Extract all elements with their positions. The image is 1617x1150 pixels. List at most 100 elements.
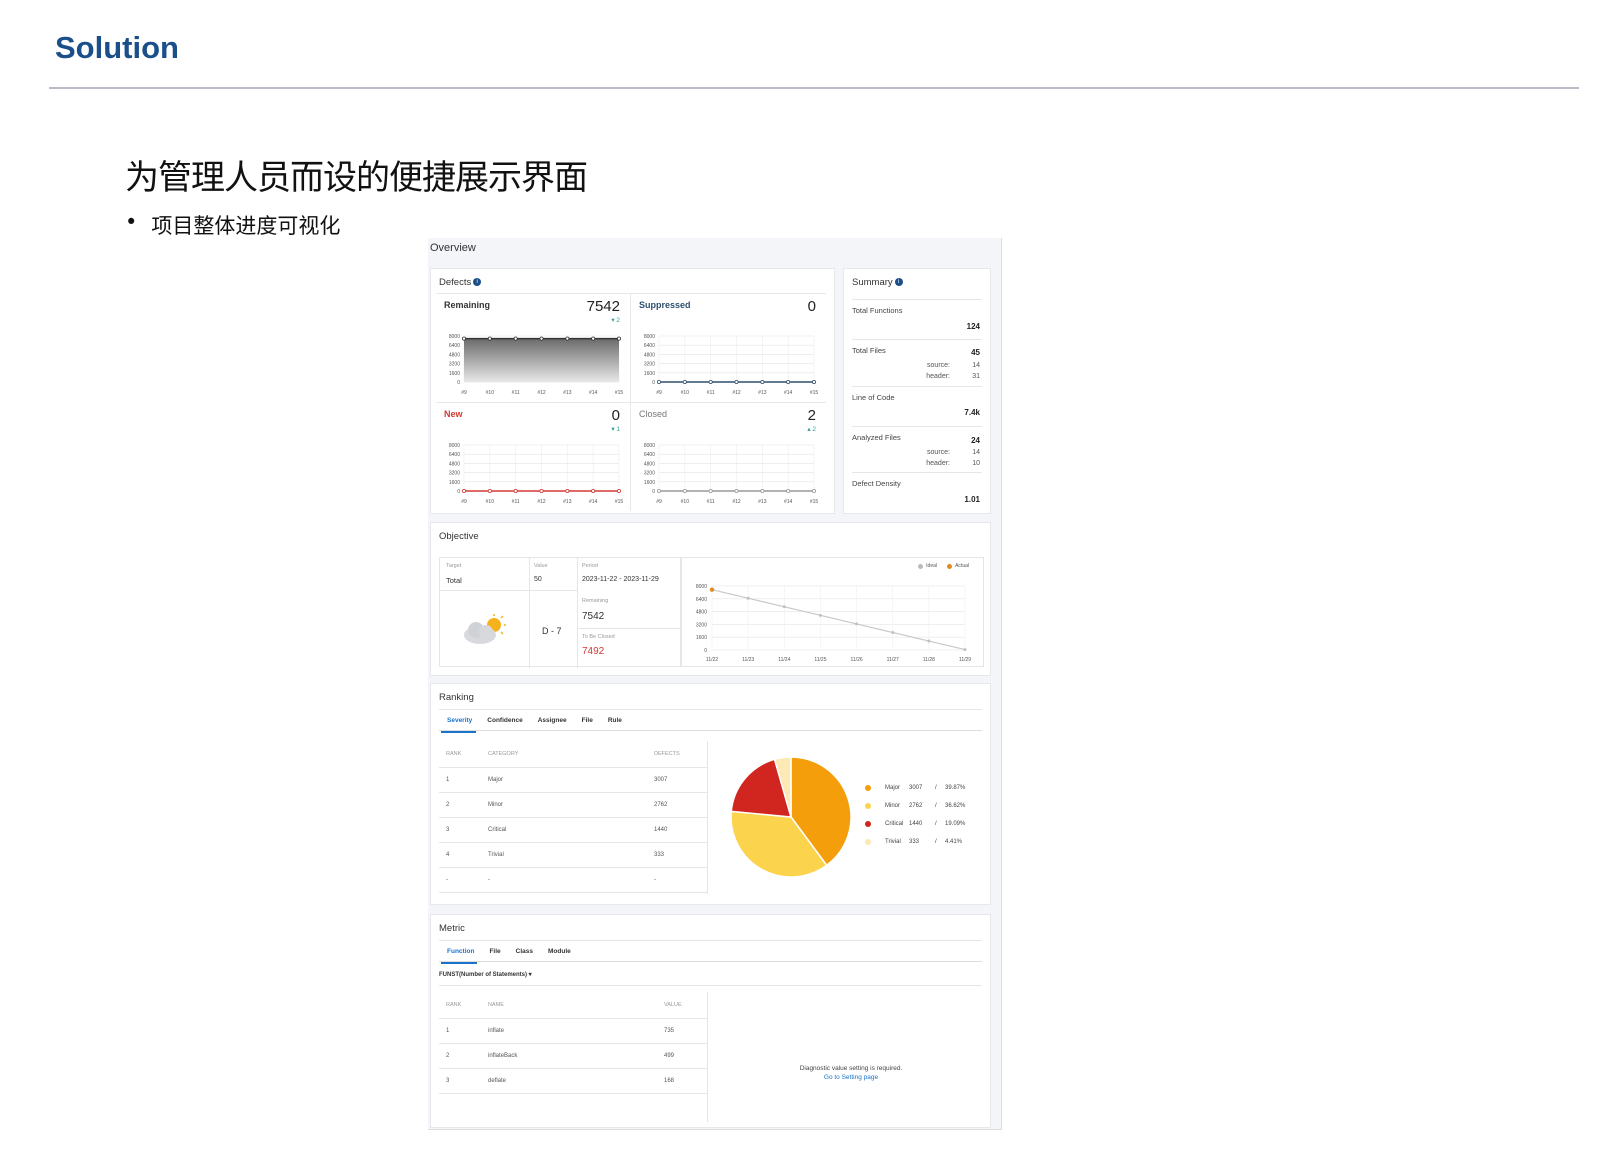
legend-trivial-count: 333 — [909, 839, 920, 845]
x-tick-label: 11/28 — [923, 657, 935, 663]
summary-card: Summary i Total Functions 124 Total Files… — [843, 268, 991, 514]
remaining-count: 7542 — [582, 611, 605, 622]
y-tick-label: 0 — [457, 380, 460, 386]
legend-major-name: Major — [885, 785, 901, 791]
legend-trivial-name: Trivial — [885, 839, 901, 845]
info-icon[interactable]: i — [473, 278, 482, 287]
col-rank: RANK — [439, 992, 481, 1019]
weather-cloudy-sun-icon — [464, 614, 506, 644]
y-tick-label: 4800 — [644, 352, 655, 358]
data-point — [539, 336, 544, 341]
total-files-header-label: header: — [926, 373, 950, 380]
y-tick-label: 8000 — [449, 443, 460, 449]
data-point — [487, 336, 492, 341]
y-tick-label: 6400 — [644, 343, 655, 349]
data-point — [513, 489, 518, 494]
x-tick-label: #11 — [707, 499, 715, 505]
data-point — [811, 380, 816, 385]
tab-confidence[interactable]: Confidence — [487, 717, 522, 724]
overview-title: Overview — [430, 242, 476, 254]
legend-trivial-sep: / — [935, 839, 937, 845]
tab-file[interactable]: File — [489, 948, 500, 955]
legend-item-minor[interactable]: Minor 2762 / 36.62% — [865, 803, 965, 809]
info-icon[interactable]: i — [894, 278, 903, 287]
ranking-tabs: Severity Confidence Assignee File Rule — [439, 717, 982, 731]
legend-minor-name: Minor — [885, 803, 901, 809]
tab-module[interactable]: Module — [548, 948, 571, 955]
tab-severity[interactable]: Severity — [439, 717, 472, 724]
ideal-point — [855, 622, 859, 626]
table-side-border — [707, 992, 708, 1122]
objective-chart-box: Ideal Actual 8000 6400 4800 3200 1600 0 11/22 1… — [681, 557, 984, 667]
total-files-value: 45 — [971, 348, 980, 357]
y-tick-label: 8000 — [449, 334, 460, 340]
table-row[interactable]: 2 Minor 2762 — [439, 792, 707, 818]
dashboard-screenshot: Overview Defects i Remaining 7542 ▾ 2 800… — [428, 238, 1002, 1130]
table-row[interactable]: 1 Major 3007 — [439, 767, 707, 793]
bullet-item: • 项目整体进度可视化 — [125, 210, 340, 240]
legend-item-critical[interactable]: Critical 1440 / 19.09% — [865, 821, 965, 827]
legend-item-trivial[interactable]: Trivial 333 / 4.41% — [865, 839, 962, 845]
metric-dropdown[interactable]: FUNST(Number of Statements) ▾ — [439, 971, 532, 978]
closed-panel[interactable]: Closed 2 ▴ 2 8000 6400 4800 3200 1600 0 #9 #10 #… — [631, 403, 826, 511]
col-value: VALUE — [657, 992, 707, 1019]
ideal-point — [818, 613, 822, 617]
table-row[interactable]: 1 inflate 735 — [439, 1018, 707, 1044]
table-header: RANK CATEGORY DEFECTS — [439, 741, 707, 768]
summary-title: Summary i — [852, 277, 903, 288]
data-point — [539, 489, 544, 494]
y-tick-label: 3200 — [644, 471, 655, 477]
cell-rank: 4 — [439, 842, 481, 868]
total-functions-value: 124 — [966, 322, 980, 331]
ranking-card: Ranking Severity Confidence Assignee Fil… — [430, 683, 991, 905]
d-day: D - 7 — [542, 626, 562, 636]
tab-file[interactable]: File — [582, 717, 593, 724]
new-label: New — [444, 409, 463, 419]
legend-major-count: 3007 — [909, 785, 923, 791]
legend-item-major[interactable]: Major 3007 / 39.87% — [865, 785, 965, 791]
legend-critical-count: 1440 — [909, 821, 923, 827]
x-tick-label: #13 — [758, 499, 767, 505]
actual-point — [709, 587, 715, 592]
x-tick-label: #13 — [563, 390, 572, 396]
tab-class[interactable]: Class — [516, 948, 533, 955]
tab-function[interactable]: Function — [439, 948, 474, 955]
objective-info-box: Target Total Value 50 Period 2023-11-22 … — [439, 557, 682, 668]
tab-assignee[interactable]: Assignee — [538, 717, 567, 724]
new-panel[interactable]: New 0 ▾ 1 8000 6400 4800 3200 1600 0 #9 #10 #11 #… — [436, 403, 631, 511]
table-side-border — [707, 741, 708, 894]
remaining-panel[interactable]: Remaining 7542 ▾ 2 8000 6400 4800 3200 1600 0… — [436, 293, 631, 403]
metric-card: Metric Function File Class Module FUNST(… — [430, 914, 991, 1128]
suppressed-chart: 8000 6400 4800 3200 1600 0#9 #10 #11 #12 #13 #14 #1… — [644, 334, 819, 396]
defects-card: Defects i Remaining 7542 ▾ 2 8000 6400 4800… — [430, 268, 835, 514]
y-tick-label: 1600 — [644, 371, 655, 377]
cell-defects: - — [647, 867, 707, 893]
x-tick-label: #11 — [512, 499, 520, 505]
data-point — [656, 380, 661, 385]
y-tick-label: 4800 — [644, 461, 655, 467]
x-tick-label: 11/24 — [778, 657, 790, 663]
tab-rule[interactable]: Rule — [608, 717, 622, 724]
x-tick-label: 11/22 — [706, 657, 718, 663]
data-point — [565, 489, 570, 494]
cell-defects: 3007 — [647, 767, 707, 793]
x-tick-label: #10 — [486, 390, 495, 396]
x-tick-label: #9 — [656, 390, 662, 396]
go-to-setting-link[interactable]: Go to Setting page — [731, 1074, 971, 1081]
table-row[interactable]: 2 inflateBack 499 — [439, 1043, 707, 1069]
data-point — [760, 380, 765, 385]
legend-minor-sep: / — [935, 803, 937, 809]
cell-name: inflate — [481, 1018, 657, 1044]
analyzed-files-label: Analyzed Files — [852, 433, 901, 442]
table-row[interactable]: 4 Trivial 333 — [439, 842, 707, 868]
cell-rank: 3 — [439, 1068, 481, 1094]
cell-rank: 1 — [439, 1018, 481, 1044]
table-row[interactable]: 3 Critical 1440 — [439, 817, 707, 843]
suppressed-panel[interactable]: Suppressed 0 8000 6400 4800 3200 1600 0 #9 #10 #… — [631, 293, 826, 403]
x-tick-label: #11 — [707, 390, 715, 396]
y-tick-label: 0 — [704, 648, 707, 654]
summary-defect-density: Defect Density 1.01 — [852, 473, 982, 511]
value-value: 50 — [534, 576, 542, 583]
data-point — [811, 488, 816, 493]
table-row[interactable]: 3 deflate 168 — [439, 1068, 707, 1094]
